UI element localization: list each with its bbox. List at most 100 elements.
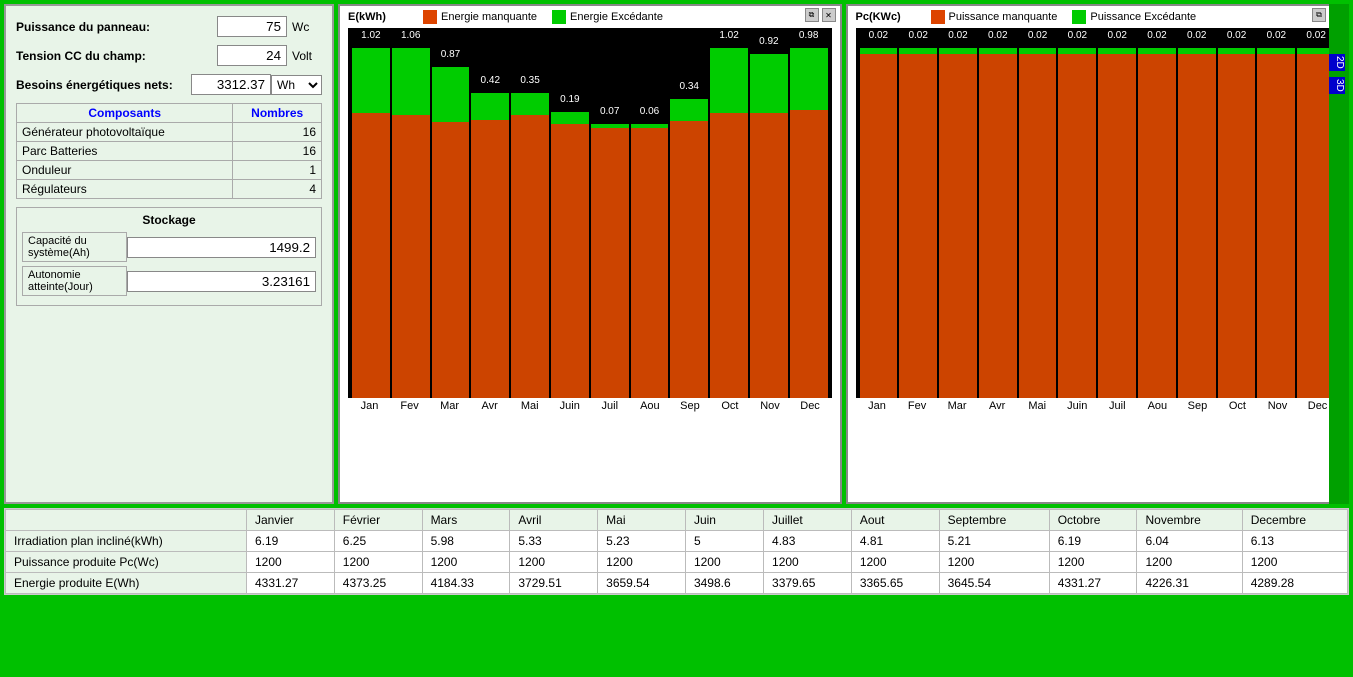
table-cell: 5 [685,531,763,552]
bar-value-label: 0.02 [1028,30,1047,41]
bar-group: 0.02 [1178,28,1216,398]
chart1-close[interactable]: ✕ [822,8,836,22]
chart2-legend2-label: Puissance Excédante [1090,11,1196,23]
bar-stack [551,112,589,398]
bar-value-label: 0.02 [948,30,967,41]
tension-input[interactable] [217,45,287,66]
table-header: Mai [598,510,686,531]
chart1-controls: ⧉ ✕ [805,8,836,22]
bar-group: 0.34 [670,28,708,398]
x-axis-label: Juin [550,400,589,412]
table-header: Mars [422,510,510,531]
x-axis-label: Mai [510,400,549,412]
puissance-input[interactable] [217,16,287,37]
bar-value-label: 0.02 [1147,30,1166,41]
x-axis-label: Aou [1138,400,1177,412]
bars-container: 0.020.020.020.020.020.020.020.020.020.02… [856,28,1340,398]
table-cell: 4226.31 [1137,573,1242,594]
bar-orange [392,115,430,398]
x-axis-label: Oct [1218,400,1257,412]
table-cell: 3659.54 [598,573,686,594]
bar-value-label: 0.02 [1306,30,1325,41]
x-axis-label: Mai [1018,400,1057,412]
bar-stack [1058,48,1096,398]
bar-stack [979,48,1017,398]
bar-group: 0.06 [631,28,669,398]
table-cell: 4289.28 [1242,573,1347,594]
bar-group: 0.02 [979,28,1017,398]
row-label: Energie produite E(Wh) [6,573,247,594]
table-header: Juillet [764,510,852,531]
bar-stack [1218,48,1256,398]
composants-name: Régulateurs [17,180,233,199]
table-header: Decembre [1242,510,1347,531]
bar-orange [1138,54,1176,398]
chart1-legend2-color [552,10,566,24]
chart2-legend1: Puissance manquante [931,10,1058,24]
table-row: Irradiation plan incliné(kWh)6.196.255.9… [6,531,1348,552]
chart1-restore[interactable]: ⧉ [805,8,819,22]
bar-value-label: 0.92 [759,36,778,47]
tension-label: Tension CC du champ: [16,49,217,63]
chart2-legend1-color [931,10,945,24]
table-row: Energie produite E(Wh)4331.274373.254184… [6,573,1348,594]
bar-orange [790,110,828,398]
stockage-label: Autonomie atteinte(Jour) [22,266,127,296]
besoins-row: Besoins énergétiques nets: Wh KWh [16,74,322,95]
bar-group: 0.19 [551,28,589,398]
table-cell: 3729.51 [510,573,598,594]
bar-group: 0.02 [939,28,977,398]
table-cell: 6.19 [246,531,334,552]
chart2-legend1-label: Puissance manquante [949,11,1058,23]
besoins-unit-select[interactable]: Wh KWh [271,75,322,95]
bar-stack [471,93,509,398]
tension-unit: Volt [292,49,322,63]
stockage-section: Stockage Capacité du système(Ah) Autonom… [16,207,322,306]
besoins-input[interactable] [191,74,271,95]
table-cell: 1200 [939,552,1049,573]
x-axis-label: Nov [750,400,789,412]
table-cell: 1200 [246,552,334,573]
btn-2d[interactable]: 2D [1329,54,1345,71]
bar-stack [432,67,470,398]
chart2-body: 0.020.020.020.020.020.020.020.020.020.02… [856,28,1340,398]
composants-name: Onduleur [17,161,233,180]
chart1-legend1-color [423,10,437,24]
x-axis-label: Avr [978,400,1017,412]
table-header: Novembre [1137,510,1242,531]
bar-stack [352,48,390,398]
bar-value-label: 0.02 [988,30,1007,41]
bar-stack [1257,48,1295,398]
stockage-value[interactable] [127,237,316,258]
bar-group: 0.02 [1218,28,1256,398]
x-axis-label: Nov [1258,400,1297,412]
table-cell: 3365.65 [851,573,939,594]
bar-green [392,48,430,115]
x-axis-label: Jan [858,400,897,412]
table-cell: 1200 [334,552,422,573]
stockage-value[interactable] [127,271,316,292]
bar-group: 0.02 [1138,28,1176,398]
table-cell: 4373.25 [334,573,422,594]
chart1-legend1: Energie manquante [423,10,537,24]
table-cell: 1200 [851,552,939,573]
composants-col1: Composants [17,104,233,123]
chart1-legend2: Energie Excédante [552,10,663,24]
bar-orange [1098,54,1136,398]
chart2-restore[interactable]: ⧉ [1312,8,1326,22]
bar-group: 0.92 [750,28,788,398]
bar-group: 0.42 [471,28,509,398]
composants-name: Générateur photovoltaïque [17,123,233,142]
bar-value-label: 0.35 [520,75,539,86]
bar-value-label: 0.07 [600,106,619,117]
row-label: Puissance produite Pc(Wc) [6,552,247,573]
bar-value-label: 0.02 [908,30,927,41]
bar-group: 0.35 [511,28,549,398]
bar-orange [670,121,708,398]
bar-orange [710,113,748,398]
bar-orange [511,115,549,398]
btn-3d[interactable]: 3D [1329,77,1345,94]
bar-group: 0.02 [860,28,898,398]
x-axis-label: Fev [390,400,429,412]
bar-orange [352,113,390,398]
